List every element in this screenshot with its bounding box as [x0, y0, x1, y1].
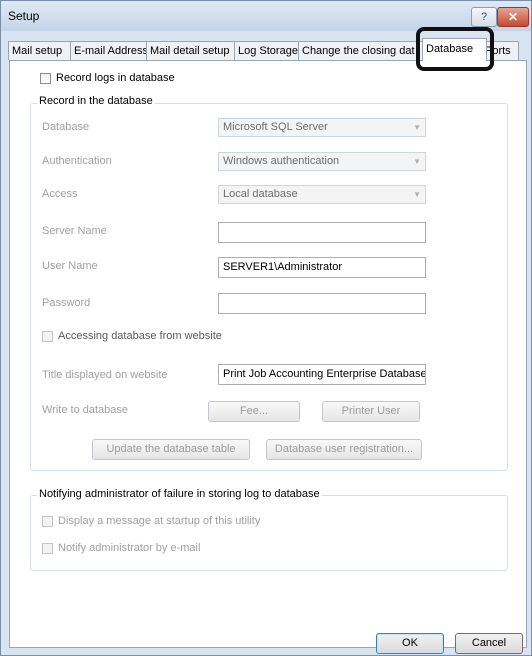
tab-email-address[interactable]: E-mail Address — [70, 41, 151, 60]
password-input[interactable] — [218, 293, 426, 314]
tab-change-closing-date[interactable]: Change the closing dat — [298, 41, 424, 60]
database-label: Database — [42, 121, 90, 133]
help-button[interactable]: ? — [471, 7, 497, 27]
close-button[interactable]: ✕ — [497, 7, 529, 27]
chevron-down-icon: ▼ — [413, 190, 421, 199]
authentication-select[interactable]: Windows authentication ▼ — [218, 152, 426, 171]
user-name-label: User Name — [42, 260, 98, 272]
display-message-checkbox[interactable] — [42, 516, 53, 527]
access-select-value: Local database — [223, 188, 298, 200]
authentication-select-value: Windows authentication — [223, 155, 340, 167]
website-access-label: Accessing database from website — [58, 330, 222, 342]
user-registration-button[interactable]: Database user registration... — [266, 439, 422, 460]
fee-button[interactable]: Fee... — [208, 401, 300, 422]
record-logs-label: Record logs in database — [56, 72, 175, 84]
notify-group — [30, 495, 508, 571]
cancel-button[interactable]: Cancel — [455, 633, 523, 654]
server-name-label: Server Name — [42, 225, 107, 237]
website-title-label: Title displayed on website — [42, 369, 168, 381]
chevron-down-icon: ▼ — [413, 123, 421, 132]
write-to-db-label: Write to database — [42, 404, 129, 416]
authentication-label: Authentication — [42, 155, 112, 167]
tab-mail-detail-setup[interactable]: Mail detail setup — [146, 41, 239, 60]
password-label: Password — [42, 297, 91, 309]
database-panel: Record logs in database Record in the da… — [9, 60, 527, 648]
website-title-input[interactable]: Print Job Accounting Enterprise Database — [218, 364, 426, 385]
user-name-input[interactable]: SERVER1\Administrator — [218, 257, 426, 278]
printer-user-button[interactable]: Printer User — [322, 401, 420, 422]
access-label: Access — [42, 188, 78, 200]
tab-log-storage[interactable]: Log Storage — [234, 41, 303, 60]
notify-email-checkbox[interactable] — [42, 543, 53, 554]
window-title: Setup — [8, 9, 40, 23]
ok-button[interactable]: OK — [376, 633, 444, 654]
update-table-button[interactable]: Update the database table — [92, 439, 250, 460]
notify-group-title: Notifying administrator of failure in st… — [37, 488, 322, 500]
server-name-input[interactable] — [218, 222, 426, 243]
notify-email-label: Notify administrator by e-mail — [58, 542, 201, 554]
record-group-title: Record in the database — [37, 95, 155, 107]
tab-mail-setup[interactable]: Mail setup — [8, 41, 75, 60]
highlight-frame — [416, 27, 494, 71]
database-select-value: Microsoft SQL Server — [223, 121, 328, 133]
record-logs-checkbox[interactable] — [40, 73, 51, 84]
setup-dialog: Setup ? ✕ Mail setup E-mail Address Mail… — [0, 0, 532, 656]
display-message-label: Display a message at startup of this uti… — [58, 515, 261, 527]
access-select[interactable]: Local database ▼ — [218, 185, 426, 204]
database-select[interactable]: Microsoft SQL Server ▼ — [218, 118, 426, 137]
chevron-down-icon: ▼ — [413, 157, 421, 166]
website-access-checkbox[interactable] — [42, 331, 53, 342]
